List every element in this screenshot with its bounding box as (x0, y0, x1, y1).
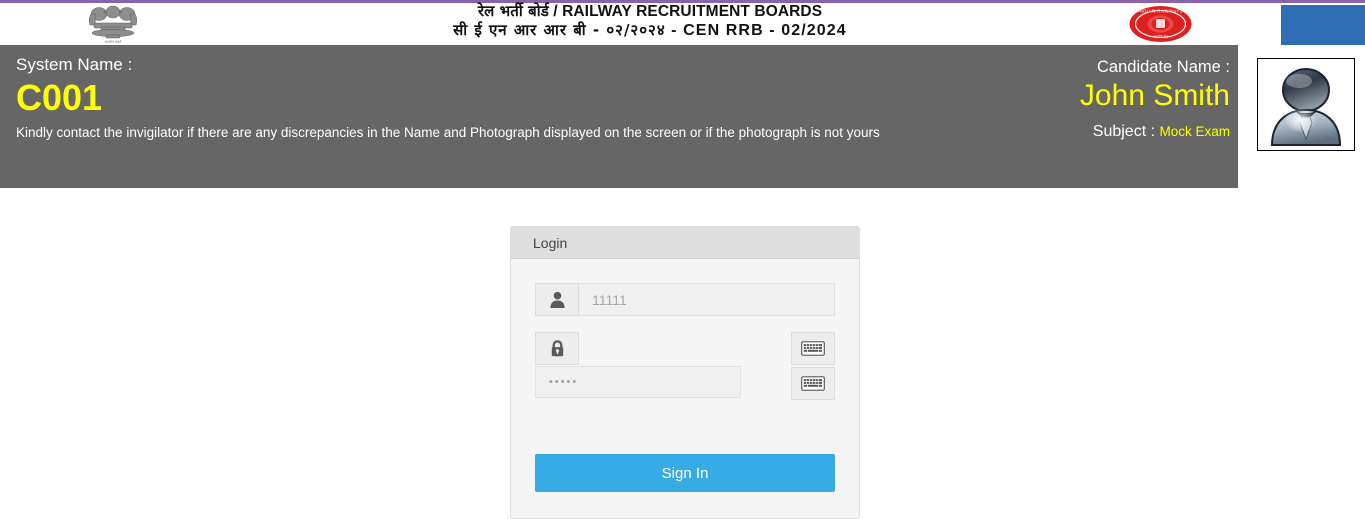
masthead: सत्यमेव जयते रेल भर्ती बोर्ड / RAILWAY R… (0, 3, 1365, 48)
password-group: ••••• (535, 332, 835, 400)
top-right-blue-block (1281, 5, 1365, 48)
subject-row: Subject : Mock Exam (810, 122, 1230, 141)
photo-discrepancy-disclaimer: Kindly contact the invigilator if there … (16, 125, 880, 140)
virtual-keyboard-icon (801, 376, 825, 391)
candidate-photo-panel (1238, 45, 1365, 188)
subject-value: Mock Exam (1159, 124, 1230, 139)
username-input[interactable]: 11111 (579, 283, 835, 316)
sign-in-button[interactable]: Sign In (535, 454, 835, 492)
lock-icon (535, 332, 579, 365)
masthead-title-separator: / (548, 3, 563, 20)
masthead-title-line-2: सी ई एन आर आर बी - ०२/२०२४ - CEN RRB - 0… (230, 20, 1070, 39)
indian-railways-seal-icon: INDIAN RAILWAYS भारतीय रेल (1112, 5, 1209, 43)
svg-text:भारतीय रेल: भारतीय रेल (1153, 34, 1169, 39)
candidate-photo-frame (1257, 58, 1355, 151)
masthead-subtitle-english: CEN RRB - 02/2024 (683, 21, 847, 39)
system-name-label: System Name : (16, 55, 133, 74)
virtual-keyboard-button-2[interactable] (791, 367, 835, 400)
masthead-subtitle-separator: - (665, 21, 684, 39)
user-icon (535, 283, 579, 316)
masthead-title-line-1: रेल भर्ती बोर्ड / RAILWAY RECRUITMENT BO… (230, 4, 1070, 20)
candidate-banner: System Name : C001 Kindly contact the in… (0, 45, 1365, 188)
virtual-keyboard-icon (801, 341, 825, 356)
ashoka-emblem-icon: सत्यमेव जयते (76, 3, 150, 45)
login-panel-header: Login (511, 227, 859, 259)
masthead-titles: रेल भर्ती बोर्ड / RAILWAY RECRUITMENT BO… (230, 4, 1070, 39)
virtual-keyboard-button-1[interactable] (791, 332, 835, 365)
password-input[interactable]: ••••• (535, 366, 741, 398)
masthead-subtitle-hindi: सी ई एन आर आर बी - ०२/२०२४ (453, 20, 666, 39)
masthead-title-hindi: रेल भर्ती बोर्ड (477, 2, 549, 20)
password-left-column: ••••• (535, 332, 745, 398)
system-info-group: System Name : C001 Kindly contact the in… (16, 55, 880, 141)
candidate-banner-gray-area: System Name : C001 Kindly contact the in… (0, 45, 1238, 188)
masthead-title-english: RAILWAY RECRUITMENT BOARDS (562, 3, 823, 20)
login-panel: Login 11111 ••••• Sign In (510, 226, 860, 519)
username-row: 11111 (535, 283, 835, 316)
masthead-inner: सत्यमेव जयते रेल भर्ती बोर्ड / RAILWAY R… (0, 3, 1365, 48)
login-panel-title: Login (533, 234, 568, 251)
system-name-value: C001 (16, 77, 103, 118)
svg-text:सत्यमेव जयते: सत्यमेव जयते (105, 39, 122, 44)
candidate-info-group: Candidate Name : John Smith Subject : Mo… (810, 57, 1230, 141)
svg-text:INDIAN RAILWAYS: INDIAN RAILWAYS (1138, 9, 1183, 14)
virtual-keyboard-buttons (791, 332, 835, 400)
candidate-photo-avatar-icon (1258, 59, 1354, 150)
candidate-name-label: Candidate Name : (1097, 58, 1230, 76)
candidate-name-value: John Smith (1079, 79, 1230, 112)
login-panel-body: 11111 ••••• Sign In (511, 259, 859, 518)
subject-label: Subject : (1092, 123, 1156, 140)
